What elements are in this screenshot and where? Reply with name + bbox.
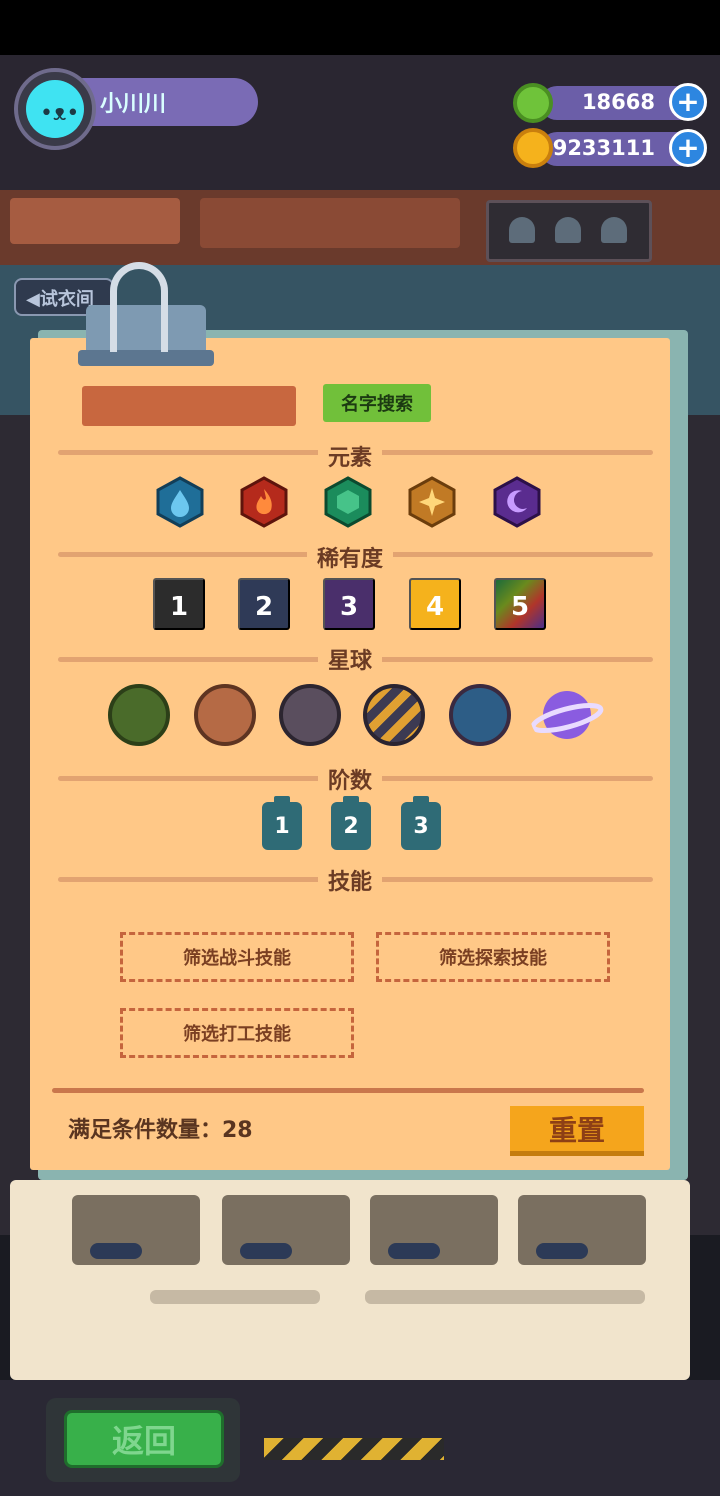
light-element-icon[interactable]: [407, 476, 457, 528]
gold-currency-pill: 9233111 +: [540, 129, 707, 167]
green-currency-pill: 18668 +: [540, 83, 707, 121]
earth-element-icon[interactable]: [323, 476, 373, 528]
section-title-stage: 阶数: [250, 763, 450, 795]
card-level-badge: [240, 1243, 292, 1259]
character-card[interactable]: [222, 1195, 350, 1265]
cat-face-icon: •ᴥ•: [40, 101, 80, 126]
gold-planet-coin-icon: [513, 128, 553, 168]
planet-machine-icon[interactable]: [279, 684, 341, 746]
filter-work-skill-button[interactable]: 筛选打工技能: [120, 1008, 354, 1058]
gold-currency-amount: 9233111: [552, 136, 655, 160]
binder-clip-base: [78, 350, 214, 366]
filter-explore-skill-button[interactable]: 筛选探索技能: [376, 932, 610, 982]
ghost-icon: [509, 217, 535, 243]
rarity-5-button[interactable]: 5: [494, 578, 546, 630]
rarity-4-button[interactable]: 4: [409, 578, 461, 630]
ghost-display: [486, 200, 652, 262]
ghost-icon: [601, 217, 627, 243]
ghost-icon: [555, 217, 581, 243]
section-title-skill: 技能: [250, 864, 450, 896]
fire-element-icon[interactable]: [239, 476, 289, 528]
section-title-planet: 星球: [250, 643, 450, 675]
water-element-icon[interactable]: [155, 476, 205, 528]
character-card[interactable]: [72, 1195, 200, 1265]
character-card[interactable]: [370, 1195, 498, 1265]
stage-3-button[interactable]: 3: [401, 796, 441, 850]
rarity-1-button[interactable]: 1: [153, 578, 205, 630]
name-search-input[interactable]: [82, 386, 296, 426]
reset-button[interactable]: 重置: [510, 1106, 644, 1156]
blurred-text: [150, 1290, 320, 1304]
stage-1-button[interactable]: 1: [262, 796, 302, 850]
filter-battle-skill-button[interactable]: 筛选战斗技能: [120, 932, 354, 982]
section-title-element: 元素: [250, 440, 450, 472]
add-gold-currency-button[interactable]: +: [669, 129, 707, 167]
green-currency-amount: 18668: [581, 90, 655, 114]
card-level-badge: [536, 1243, 588, 1259]
hazard-stripe: [264, 1438, 444, 1460]
name-search-button[interactable]: 名字搜索: [323, 384, 431, 422]
divider: [52, 1088, 644, 1093]
planet-blue-icon[interactable]: [449, 684, 511, 746]
blurred-text: [365, 1290, 645, 1304]
shelf-panel: [10, 198, 180, 244]
dark-element-icon[interactable]: [492, 476, 542, 528]
stage-2-button[interactable]: 2: [331, 796, 371, 850]
username: 小川川: [100, 92, 167, 117]
planet-striped-icon[interactable]: [363, 684, 425, 746]
rarity-2-button[interactable]: 2: [238, 578, 290, 630]
add-green-currency-button[interactable]: +: [669, 83, 707, 121]
rarity-3-button[interactable]: 3: [323, 578, 375, 630]
status-bar: [0, 0, 720, 55]
shelf-machine: [200, 198, 460, 248]
planet-purple-ringed-icon[interactable]: [530, 684, 604, 746]
card-level-badge: [90, 1243, 142, 1259]
binder-clip-wire: [110, 262, 168, 352]
character-card[interactable]: [518, 1195, 646, 1265]
green-gem-icon: [513, 83, 553, 123]
section-title-rarity: 稀有度: [250, 541, 450, 573]
planet-cookie-icon[interactable]: [194, 684, 256, 746]
planet-green-icon[interactable]: [108, 684, 170, 746]
back-button[interactable]: 返回: [64, 1410, 224, 1468]
card-level-badge: [388, 1243, 440, 1259]
fitting-room-label: ◀试衣间: [26, 289, 94, 310]
match-count-label: 满足条件数量：28: [68, 1118, 253, 1143]
